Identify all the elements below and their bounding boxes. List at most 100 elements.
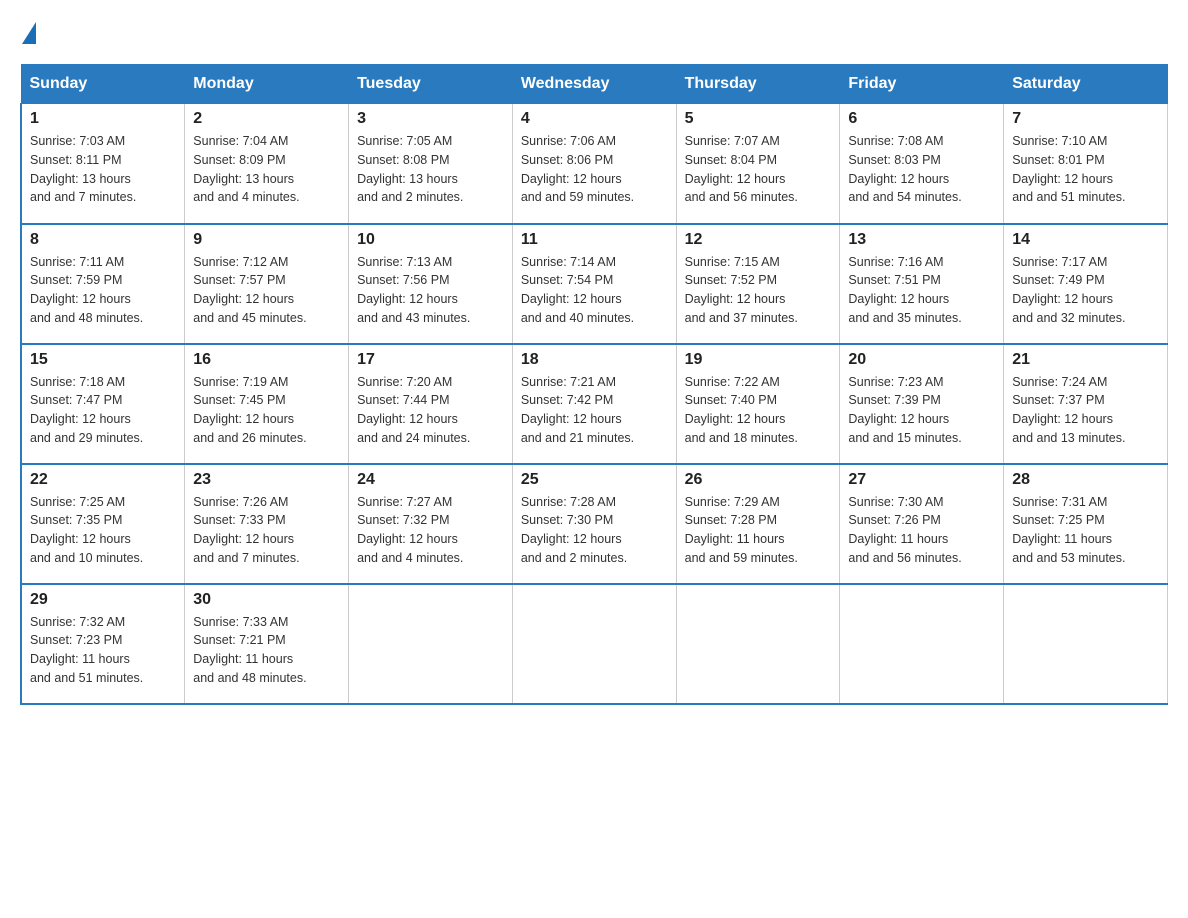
calendar-cell-12: 12Sunrise: 7:15 AMSunset: 7:52 PMDayligh…: [676, 224, 840, 344]
day-number: 6: [848, 110, 995, 128]
day-number: 25: [521, 471, 668, 489]
day-details: Sunrise: 7:08 AMSunset: 8:03 PMDaylight:…: [848, 132, 995, 207]
calendar-cell-3: 3 Sunrise: 7:05 AMSunset: 8:08 PMDaylight…: [349, 104, 513, 224]
day-number: 3: [357, 110, 504, 128]
calendar-cell-27: 27 Sunrise: 7:30 AMSunset: 7:26 PMDayligh…: [840, 464, 1004, 584]
calendar-cell-5: 5 Sunrise: 7:07 AMSunset: 8:04 PMDaylight…: [676, 104, 840, 224]
day-number: 10: [357, 231, 504, 249]
day-header-monday: Monday: [185, 65, 349, 104]
day-details: Sunrise: 7:29 AMSunset: 7:28 PMDaylight:…: [685, 493, 832, 568]
calendar-cell-25: 25 Sunrise: 7:28 AMSunset: 7:30 PMDayligh…: [512, 464, 676, 584]
calendar-cell-34: [840, 584, 1004, 704]
calendar-cell-10: 10 Sunrise: 7:13 AMSunset: 7:56 PMDayligh…: [349, 224, 513, 344]
day-number: 17: [357, 351, 504, 369]
day-number: 11: [521, 231, 668, 249]
day-details: Sunrise: 7:25 AMSunset: 7:35 PMDaylight:…: [30, 493, 176, 568]
day-details: Sunrise: 7:13 AMSunset: 7:56 PMDaylight:…: [357, 253, 504, 328]
day-details: Sunrise: 7:05 AMSunset: 8:08 PMDaylight:…: [357, 132, 504, 207]
day-details: Sunrise: 7:30 AMSunset: 7:26 PMDaylight:…: [848, 493, 995, 568]
day-details: Sunrise: 7:11 AMSunset: 7:59 PMDaylight:…: [30, 253, 176, 328]
day-details: Sunrise: 7:03 AMSunset: 8:11 PMDaylight:…: [30, 132, 176, 207]
calendar-cell-22: 22 Sunrise: 7:25 AMSunset: 7:35 PMDayligh…: [21, 464, 185, 584]
day-details: Sunrise: 7:24 AMSunset: 7:37 PMDaylight:…: [1012, 373, 1159, 448]
day-details: Sunrise: 7:19 AMSunset: 7:45 PMDaylight:…: [193, 373, 340, 448]
day-number: 4: [521, 110, 668, 128]
day-number: 21: [1012, 351, 1159, 369]
week-row-2: 8Sunrise: 7:11 AMSunset: 7:59 PMDaylight…: [21, 224, 1168, 344]
day-details: Sunrise: 7:18 AMSunset: 7:47 PMDaylight:…: [30, 373, 176, 448]
day-details: Sunrise: 7:33 AMSunset: 7:21 PMDaylight:…: [193, 613, 340, 688]
day-number: 2: [193, 110, 340, 128]
day-header-thursday: Thursday: [676, 65, 840, 104]
day-number: 1: [30, 110, 176, 128]
week-row-4: 22 Sunrise: 7:25 AMSunset: 7:35 PMDayligh…: [21, 464, 1168, 584]
day-details: Sunrise: 7:07 AMSunset: 8:04 PMDaylight:…: [685, 132, 832, 207]
day-number: 16: [193, 351, 340, 369]
week-row-5: 29 Sunrise: 7:32 AMSunset: 7:23 PMDayligh…: [21, 584, 1168, 704]
calendar-cell-15: 15 Sunrise: 7:18 AMSunset: 7:47 PMDayligh…: [21, 344, 185, 464]
day-number: 12: [685, 231, 832, 249]
calendar-cell-20: 20Sunrise: 7:23 AMSunset: 7:39 PMDayligh…: [840, 344, 1004, 464]
day-header-saturday: Saturday: [1004, 65, 1168, 104]
week-row-1: 1 Sunrise: 7:03 AMSunset: 8:11 PMDaylight…: [21, 104, 1168, 224]
day-number: 7: [1012, 110, 1159, 128]
day-header-friday: Friday: [840, 65, 1004, 104]
calendar-cell-19: 19 Sunrise: 7:22 AMSunset: 7:40 PMDayligh…: [676, 344, 840, 464]
calendar-table: SundayMondayTuesdayWednesdayThursdayFrid…: [20, 64, 1168, 705]
day-header-sunday: Sunday: [21, 65, 185, 104]
calendar-cell-14: 14 Sunrise: 7:17 AMSunset: 7:49 PMDayligh…: [1004, 224, 1168, 344]
calendar-cell-6: 6 Sunrise: 7:08 AMSunset: 8:03 PMDaylight…: [840, 104, 1004, 224]
day-details: Sunrise: 7:26 AMSunset: 7:33 PMDaylight:…: [193, 493, 340, 568]
day-details: Sunrise: 7:22 AMSunset: 7:40 PMDaylight:…: [685, 373, 832, 448]
day-details: Sunrise: 7:31 AMSunset: 7:25 PMDaylight:…: [1012, 493, 1159, 568]
day-header-wednesday: Wednesday: [512, 65, 676, 104]
calendar-cell-17: 17 Sunrise: 7:20 AMSunset: 7:44 PMDayligh…: [349, 344, 513, 464]
day-number: 19: [685, 351, 832, 369]
day-number: 18: [521, 351, 668, 369]
day-number: 13: [848, 231, 995, 249]
calendar-cell-35: [1004, 584, 1168, 704]
day-number: 26: [685, 471, 832, 489]
logo: [20, 20, 36, 44]
logo-triangle-icon: [22, 22, 36, 44]
calendar-cell-16: 16 Sunrise: 7:19 AMSunset: 7:45 PMDayligh…: [185, 344, 349, 464]
day-number: 5: [685, 110, 832, 128]
day-number: 27: [848, 471, 995, 489]
day-number: 23: [193, 471, 340, 489]
calendar-cell-32: [512, 584, 676, 704]
day-number: 22: [30, 471, 176, 489]
calendar-cell-8: 8Sunrise: 7:11 AMSunset: 7:59 PMDaylight…: [21, 224, 185, 344]
day-details: Sunrise: 7:20 AMSunset: 7:44 PMDaylight:…: [357, 373, 504, 448]
day-number: 24: [357, 471, 504, 489]
page-header: [20, 20, 1168, 44]
day-details: Sunrise: 7:28 AMSunset: 7:30 PMDaylight:…: [521, 493, 668, 568]
calendar-cell-18: 18 Sunrise: 7:21 AMSunset: 7:42 PMDayligh…: [512, 344, 676, 464]
day-number: 28: [1012, 471, 1159, 489]
day-details: Sunrise: 7:12 AMSunset: 7:57 PMDaylight:…: [193, 253, 340, 328]
calendar-cell-24: 24 Sunrise: 7:27 AMSunset: 7:32 PMDayligh…: [349, 464, 513, 584]
calendar-cell-11: 11Sunrise: 7:14 AMSunset: 7:54 PMDayligh…: [512, 224, 676, 344]
day-number: 14: [1012, 231, 1159, 249]
day-number: 15: [30, 351, 176, 369]
calendar-cell-2: 2Sunrise: 7:04 AMSunset: 8:09 PMDaylight…: [185, 104, 349, 224]
day-details: Sunrise: 7:23 AMSunset: 7:39 PMDaylight:…: [848, 373, 995, 448]
day-details: Sunrise: 7:21 AMSunset: 7:42 PMDaylight:…: [521, 373, 668, 448]
day-details: Sunrise: 7:32 AMSunset: 7:23 PMDaylight:…: [30, 613, 176, 688]
calendar-cell-29: 29 Sunrise: 7:32 AMSunset: 7:23 PMDayligh…: [21, 584, 185, 704]
day-number: 29: [30, 591, 176, 609]
calendar-cell-23: 23 Sunrise: 7:26 AMSunset: 7:33 PMDayligh…: [185, 464, 349, 584]
calendar-cell-30: 30Sunrise: 7:33 AMSunset: 7:21 PMDayligh…: [185, 584, 349, 704]
calendar-cell-21: 21 Sunrise: 7:24 AMSunset: 7:37 PMDayligh…: [1004, 344, 1168, 464]
calendar-cell-33: [676, 584, 840, 704]
week-row-3: 15 Sunrise: 7:18 AMSunset: 7:47 PMDayligh…: [21, 344, 1168, 464]
calendar-cell-31: [349, 584, 513, 704]
day-details: Sunrise: 7:10 AMSunset: 8:01 PMDaylight:…: [1012, 132, 1159, 207]
calendar-cell-26: 26 Sunrise: 7:29 AMSunset: 7:28 PMDayligh…: [676, 464, 840, 584]
day-header-tuesday: Tuesday: [349, 65, 513, 104]
calendar-cell-13: 13Sunrise: 7:16 AMSunset: 7:51 PMDayligh…: [840, 224, 1004, 344]
day-details: Sunrise: 7:27 AMSunset: 7:32 PMDaylight:…: [357, 493, 504, 568]
day-details: Sunrise: 7:17 AMSunset: 7:49 PMDaylight:…: [1012, 253, 1159, 328]
calendar-cell-1: 1 Sunrise: 7:03 AMSunset: 8:11 PMDaylight…: [21, 104, 185, 224]
days-header-row: SundayMondayTuesdayWednesdayThursdayFrid…: [21, 65, 1168, 104]
calendar-cell-4: 4Sunrise: 7:06 AMSunset: 8:06 PMDaylight…: [512, 104, 676, 224]
